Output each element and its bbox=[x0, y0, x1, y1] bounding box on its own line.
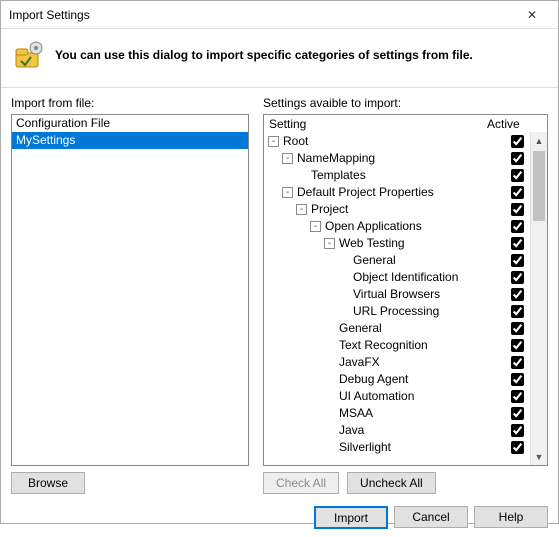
import-button[interactable]: Import bbox=[314, 506, 388, 529]
tree-item-label: Debug Agent bbox=[338, 371, 511, 388]
active-checkbox[interactable] bbox=[511, 220, 524, 233]
vertical-scrollbar[interactable]: ▲ ▼ bbox=[530, 132, 547, 465]
right-button-row: Check All Uncheck All bbox=[263, 466, 548, 494]
tree-row[interactable]: -Default Project Properties bbox=[264, 184, 530, 201]
tree-row[interactable]: Silverlight bbox=[264, 439, 530, 456]
scroll-up-icon[interactable]: ▲ bbox=[531, 132, 547, 149]
file-list-panel: Configuration FileMySettings bbox=[11, 114, 249, 466]
active-checkbox[interactable] bbox=[511, 288, 524, 301]
collapse-icon[interactable]: - bbox=[324, 238, 335, 249]
tree-item-label: Open Applications bbox=[324, 218, 511, 235]
active-checkbox[interactable] bbox=[511, 152, 524, 165]
active-checkbox[interactable] bbox=[511, 424, 524, 437]
tree-row[interactable]: -Open Applications bbox=[264, 218, 530, 235]
close-icon: ✕ bbox=[527, 8, 537, 22]
tree-row[interactable]: General bbox=[264, 252, 530, 269]
tree-row[interactable]: -Web Testing bbox=[264, 235, 530, 252]
active-checkbox[interactable] bbox=[511, 373, 524, 386]
tree-row[interactable]: JavaFX bbox=[264, 354, 530, 371]
tree-item-label: Virtual Browsers bbox=[352, 286, 511, 303]
cancel-button[interactable]: Cancel bbox=[394, 506, 468, 528]
tree-row[interactable]: -NameMapping bbox=[264, 150, 530, 167]
tree-item-label: General bbox=[338, 320, 511, 337]
tree-row[interactable]: -Project bbox=[264, 201, 530, 218]
tree-item-label: Java bbox=[338, 422, 511, 439]
tree-header: Setting Active bbox=[264, 115, 547, 132]
tree-row[interactable]: Text Recognition bbox=[264, 337, 530, 354]
settings-import-icon bbox=[13, 39, 45, 71]
titlebar: Import Settings ✕ bbox=[1, 1, 558, 29]
header-setting[interactable]: Setting bbox=[266, 117, 484, 131]
collapse-icon[interactable]: - bbox=[282, 187, 293, 198]
active-checkbox[interactable] bbox=[511, 169, 524, 182]
tree-item-label: URL Processing bbox=[352, 303, 511, 320]
tree-row[interactable]: General bbox=[264, 320, 530, 337]
tree-item-label: JavaFX bbox=[338, 354, 511, 371]
tree-body[interactable]: -Root-NameMappingTemplates-Default Proje… bbox=[264, 132, 530, 465]
tree-row[interactable]: Object Identification bbox=[264, 269, 530, 286]
scroll-track[interactable] bbox=[531, 149, 547, 448]
active-checkbox[interactable] bbox=[511, 339, 524, 352]
window-title: Import Settings bbox=[9, 8, 512, 22]
help-button[interactable]: Help bbox=[474, 506, 548, 528]
active-checkbox[interactable] bbox=[511, 322, 524, 335]
close-button[interactable]: ✕ bbox=[512, 4, 552, 26]
tree-item-label: Templates bbox=[310, 167, 511, 184]
import-from-file-label: Import from file: bbox=[11, 96, 249, 110]
tree-item-label: MSAA bbox=[338, 405, 511, 422]
content: Import from file: Configuration FileMySe… bbox=[1, 88, 558, 498]
tree-item-label: Silverlight bbox=[338, 439, 511, 456]
active-checkbox[interactable] bbox=[511, 356, 524, 369]
tree-row[interactable]: UI Automation bbox=[264, 388, 530, 405]
active-checkbox[interactable] bbox=[511, 271, 524, 284]
tree-item-label: Default Project Properties bbox=[296, 184, 511, 201]
tree-row[interactable]: Templates bbox=[264, 167, 530, 184]
uncheck-all-button[interactable]: Uncheck All bbox=[347, 472, 436, 494]
banner-text: You can use this dialog to import specif… bbox=[55, 48, 473, 62]
active-checkbox[interactable] bbox=[511, 237, 524, 250]
tree-item-label: Root bbox=[282, 133, 511, 150]
browse-button[interactable]: Browse bbox=[11, 472, 85, 494]
active-checkbox[interactable] bbox=[511, 305, 524, 318]
tree-item-label: UI Automation bbox=[338, 388, 511, 405]
right-column: Settings avaible to import: Setting Acti… bbox=[263, 96, 548, 494]
collapse-icon[interactable]: - bbox=[282, 153, 293, 164]
tree-row[interactable]: Debug Agent bbox=[264, 371, 530, 388]
check-all-button[interactable]: Check All bbox=[263, 472, 339, 494]
left-column: Import from file: Configuration FileMySe… bbox=[11, 96, 249, 494]
tree-item-label: Object Identification bbox=[352, 269, 511, 286]
footer: Import Cancel Help bbox=[1, 498, 558, 537]
active-checkbox[interactable] bbox=[511, 254, 524, 267]
tree-row[interactable]: -Root bbox=[264, 133, 530, 150]
tree-item-label: General bbox=[352, 252, 511, 269]
banner: You can use this dialog to import specif… bbox=[1, 29, 558, 88]
tree-item-label: Project bbox=[310, 201, 511, 218]
scroll-down-icon[interactable]: ▼ bbox=[531, 448, 547, 465]
scroll-thumb[interactable] bbox=[533, 151, 545, 221]
file-item[interactable]: MySettings bbox=[12, 132, 248, 149]
active-checkbox[interactable] bbox=[511, 135, 524, 148]
header-active[interactable]: Active bbox=[484, 117, 528, 131]
tree-row[interactable]: Virtual Browsers bbox=[264, 286, 530, 303]
tree-row[interactable]: Java bbox=[264, 422, 530, 439]
collapse-icon[interactable]: - bbox=[310, 221, 321, 232]
file-item[interactable]: Configuration File bbox=[12, 115, 248, 132]
collapse-icon[interactable]: - bbox=[268, 136, 279, 147]
tree-panel: Setting Active -Root-NameMappingTemplate… bbox=[263, 114, 548, 466]
tree-row[interactable]: MSAA bbox=[264, 405, 530, 422]
tree-item-label: Text Recognition bbox=[338, 337, 511, 354]
tree-row[interactable]: URL Processing bbox=[264, 303, 530, 320]
active-checkbox[interactable] bbox=[511, 441, 524, 454]
active-checkbox[interactable] bbox=[511, 186, 524, 199]
tree-item-label: NameMapping bbox=[296, 150, 511, 167]
active-checkbox[interactable] bbox=[511, 407, 524, 420]
settings-available-label: Settings avaible to import: bbox=[263, 96, 548, 110]
file-list[interactable]: Configuration FileMySettings bbox=[12, 115, 248, 465]
tree-item-label: Web Testing bbox=[338, 235, 511, 252]
left-button-row: Browse bbox=[11, 466, 249, 494]
active-checkbox[interactable] bbox=[511, 390, 524, 403]
active-checkbox[interactable] bbox=[511, 203, 524, 216]
collapse-icon[interactable]: - bbox=[296, 204, 307, 215]
